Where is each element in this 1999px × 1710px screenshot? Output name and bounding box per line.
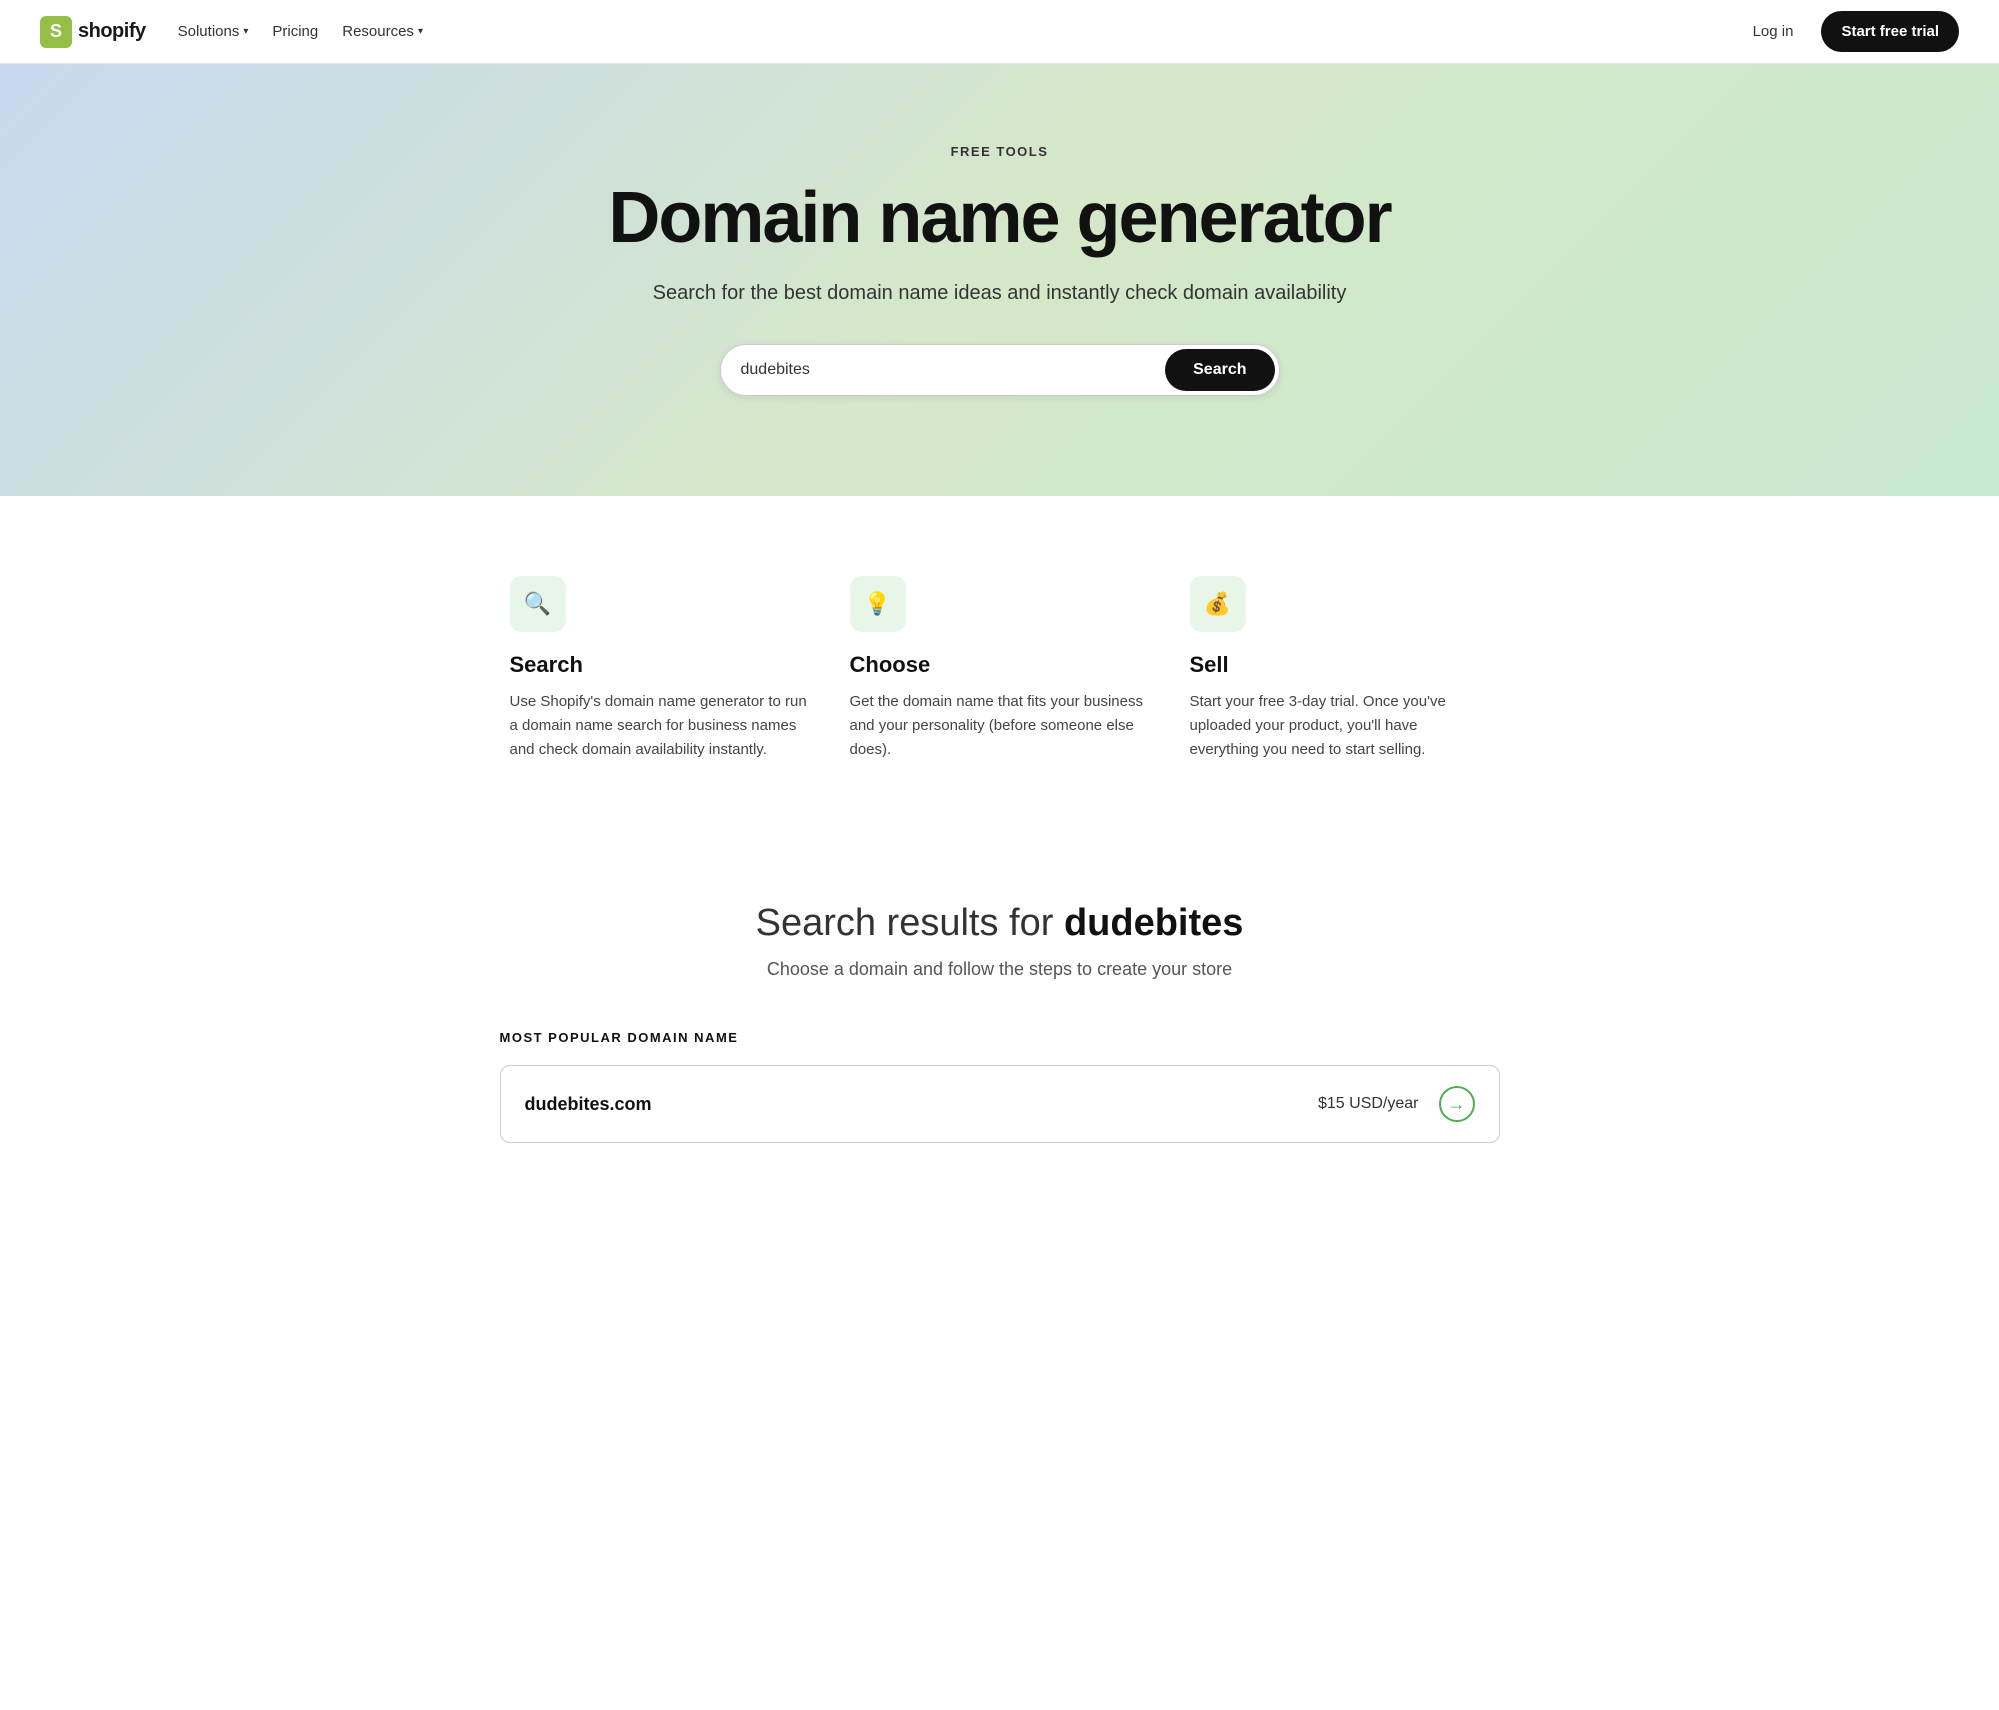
features-grid: 🔍 Search Use Shopify's domain name gener… (450, 496, 1550, 842)
domain-tld: .com (610, 1094, 652, 1114)
domain-right: $15 USD/year → (1318, 1086, 1475, 1122)
search-button[interactable]: Search (1165, 349, 1274, 391)
nav-right: Log in Start free trial (1741, 11, 1959, 52)
results-heading-prefix: Search results for (756, 902, 1064, 944)
navbar: S shopify Solutions ▾ Pricing Resources … (0, 0, 1999, 64)
feature-sell-title: Sell (1190, 652, 1490, 678)
feature-search: 🔍 Search Use Shopify's domain name gener… (510, 576, 810, 762)
feature-sell: 💰 Sell Start your free 3-day trial. Once… (1190, 576, 1490, 762)
results-search-term: dudebites (1064, 902, 1243, 944)
hero-subtitle: Search for the best domain name ideas an… (20, 278, 1979, 308)
domain-name: dudebites.com (525, 1094, 652, 1115)
results-heading: Search results for dudebites (60, 902, 1939, 945)
feature-choose-title: Choose (850, 652, 1150, 678)
domain-search-bar: Search (720, 344, 1280, 396)
shopify-logo-icon: S (40, 16, 72, 48)
feature-choose: 💡 Choose Get the domain name that fits y… (850, 576, 1150, 762)
nav-logo[interactable]: S shopify (40, 16, 146, 48)
domain-select-button[interactable]: → (1439, 1086, 1475, 1122)
results-section: Search results for dudebites Choose a do… (0, 842, 1999, 1193)
login-button[interactable]: Log in (1741, 15, 1806, 48)
start-trial-button[interactable]: Start free trial (1821, 11, 1959, 52)
nav-link-resources[interactable]: Resources ▾ (342, 23, 423, 40)
domain-name-prefix: dudebites (525, 1094, 610, 1114)
choose-icon-wrap: 💡 (850, 576, 906, 632)
chevron-down-icon: ▾ (418, 26, 423, 37)
feature-sell-desc: Start your free 3-day trial. Once you've… (1190, 690, 1490, 762)
nav-logo-text: shopify (78, 20, 146, 43)
feature-choose-desc: Get the domain name that fits your busin… (850, 690, 1150, 762)
chevron-down-icon: ▾ (243, 26, 248, 37)
nav-link-label: Resources (342, 23, 414, 40)
most-popular-label: MOST POPULAR DOMAIN NAME (500, 1030, 1500, 1045)
nav-link-pricing[interactable]: Pricing (272, 23, 318, 40)
nav-links: Solutions ▾ Pricing Resources ▾ (178, 23, 423, 40)
nav-link-label: Pricing (272, 23, 318, 40)
arrow-right-icon: → (1448, 1094, 1466, 1115)
hero-title: Domain name generator (20, 179, 1979, 258)
lightbulb-icon: 💡 (864, 591, 891, 617)
money-icon: 💰 (1204, 591, 1231, 617)
features-section: 🔍 Search Use Shopify's domain name gener… (0, 496, 1999, 842)
domain-price: $15 USD/year (1318, 1095, 1419, 1113)
sell-icon-wrap: 💰 (1190, 576, 1246, 632)
search-icon-wrap: 🔍 (510, 576, 566, 632)
domain-result-row: dudebites.com $15 USD/year → (500, 1065, 1500, 1143)
feature-search-title: Search (510, 652, 810, 678)
feature-search-desc: Use Shopify's domain name generator to r… (510, 690, 810, 762)
domain-search-input[interactable] (741, 353, 1166, 387)
nav-link-label: Solutions (178, 23, 240, 40)
hero-badge: FREE TOOLS (20, 144, 1979, 159)
hero-section: FREE TOOLS Domain name generator Search … (0, 64, 1999, 496)
results-subheading: Choose a domain and follow the steps to … (60, 959, 1939, 980)
nav-link-solutions[interactable]: Solutions ▾ (178, 23, 249, 40)
search-icon: 🔍 (524, 591, 551, 617)
nav-left: S shopify Solutions ▾ Pricing Resources … (40, 16, 423, 48)
